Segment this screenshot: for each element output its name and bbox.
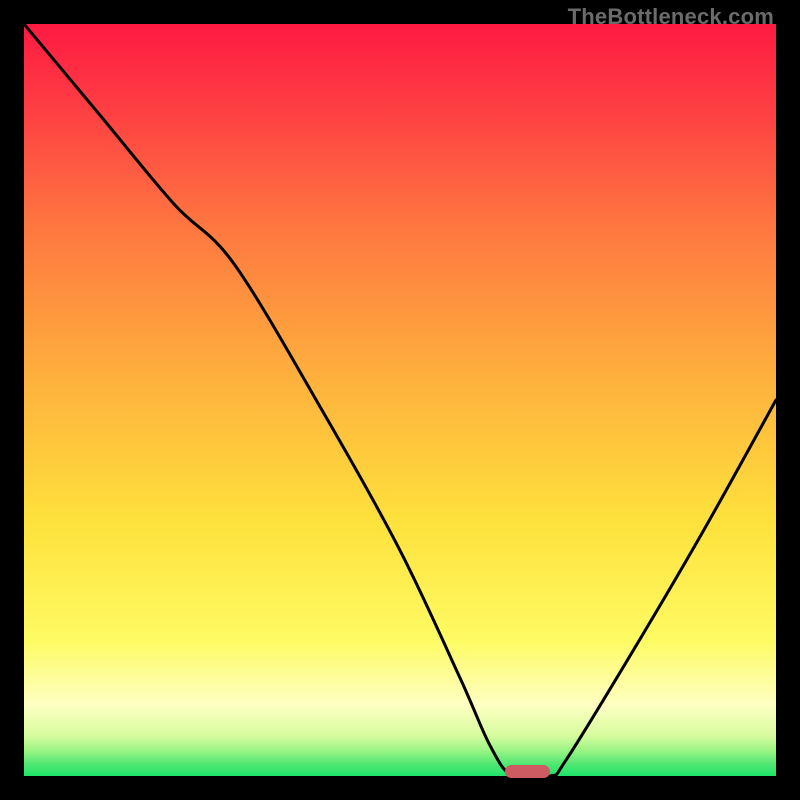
bottleneck-plot — [24, 24, 776, 776]
optimum-marker — [505, 765, 550, 778]
watermark-text: TheBottleneck.com — [568, 4, 774, 30]
chart-frame — [24, 24, 776, 776]
gradient-background — [24, 24, 776, 776]
